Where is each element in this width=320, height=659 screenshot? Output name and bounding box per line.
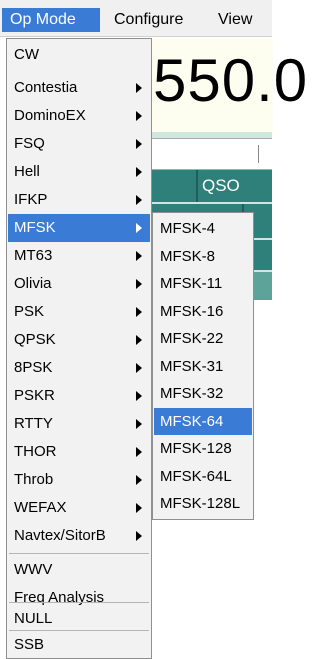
menu-item-wefax[interactable]: WEFAX — [8, 494, 150, 522]
menu-item-rtty[interactable]: RTTY — [8, 410, 150, 438]
menu-item-label: 8PSK — [14, 359, 53, 376]
menu-item-null[interactable]: NULL — [8, 605, 150, 633]
chevron-right-icon — [136, 391, 142, 401]
frequency-display: 550.0 — [146, 38, 307, 132]
menu-separator — [9, 602, 149, 603]
menu-item-label: MT63 — [14, 247, 53, 264]
menu-item-olivia[interactable]: Olivia — [8, 270, 150, 298]
qso-button[interactable]: QSO — [202, 176, 240, 196]
menu-item-8psk[interactable]: 8PSK — [8, 354, 150, 382]
chevron-right-icon — [136, 167, 142, 177]
chevron-right-icon — [136, 83, 142, 93]
submenu-item-mfsk-128l[interactable]: MFSK-128L — [154, 490, 252, 517]
menu-item-label: QPSK — [14, 331, 56, 348]
menu-item-label: Throb — [14, 471, 54, 488]
menu-item-pskr[interactable]: PSKR — [8, 382, 150, 410]
menu-item-label: NULL — [14, 610, 53, 627]
menu-separator — [9, 553, 149, 554]
menu-item-label: PSKR — [14, 387, 55, 404]
frequency-value: 550.0 — [153, 47, 309, 114]
chevron-right-icon — [136, 111, 142, 121]
menu-item-psk[interactable]: PSK — [8, 298, 150, 326]
menu-item-label: WWV — [14, 561, 53, 578]
menu-item-label: THOR — [14, 443, 57, 460]
menu-item-label: CW — [14, 46, 39, 63]
chevron-right-icon — [136, 307, 142, 317]
menu-item-mt63[interactable]: MT63 — [8, 242, 150, 270]
submenu-item-mfsk-16[interactable]: MFSK-16 — [154, 298, 252, 325]
chevron-right-icon — [136, 419, 142, 429]
menu-item-label: SSB — [14, 636, 45, 653]
chevron-right-icon — [136, 447, 142, 457]
chevron-right-icon — [136, 503, 142, 513]
menu-item-throb[interactable]: Throb — [8, 466, 150, 494]
menu-item-thor[interactable]: THOR — [8, 438, 150, 466]
submenu-item-mfsk-64l[interactable]: MFSK-64L — [154, 463, 252, 490]
menu-op-mode[interactable]: Op Mode — [2, 8, 100, 32]
submenu-item-mfsk-4[interactable]: MFSK-4 — [154, 215, 252, 242]
menu-bar: Op Mode Configure View — [0, 0, 272, 37]
submenu-item-mfsk-8[interactable]: MFSK-8 — [154, 243, 252, 270]
background-field-row — [146, 138, 272, 170]
menu-item-cw[interactable]: CW — [8, 41, 150, 69]
menu-view[interactable]: View — [210, 8, 260, 32]
chevron-right-icon — [136, 335, 142, 345]
menu-item-ifkp[interactable]: IFKP — [8, 186, 150, 214]
submenu-item-mfsk-22[interactable]: MFSK-22 — [154, 325, 252, 352]
mfsk-submenu: MFSK-4 MFSK-8 MFSK-11 MFSK-16 MFSK-22 MF… — [152, 212, 254, 520]
submenu-item-mfsk-32[interactable]: MFSK-32 — [154, 380, 252, 407]
menu-item-label: Hell — [14, 163, 40, 180]
menu-item-label: Olivia — [14, 275, 52, 292]
menu-item-ssb[interactable]: SSB — [8, 631, 150, 659]
chevron-right-icon — [136, 475, 142, 485]
op-mode-menu: CW Contestia DominoEX FSQ Hell IFKP MFSK… — [6, 38, 152, 659]
menu-item-label: Contestia — [14, 79, 78, 96]
menu-item-label: RTTY — [14, 415, 53, 432]
menu-item-navtex-sitorb[interactable]: Navtex/SitorB — [8, 522, 150, 550]
menu-item-hell[interactable]: Hell — [8, 158, 150, 186]
menu-item-label: WEFAX — [14, 499, 67, 516]
submenu-item-mfsk-11[interactable]: MFSK-11 — [154, 270, 252, 297]
menu-item-label: IFKP — [14, 191, 48, 208]
menu-item-label: PSK — [14, 303, 45, 320]
chevron-right-icon — [136, 363, 142, 373]
menu-item-contestia[interactable]: Contestia — [8, 74, 150, 102]
qso-toolbar-row: QSO — [146, 170, 272, 202]
chevron-right-icon — [136, 251, 142, 261]
menu-item-dominoex[interactable]: DominoEX — [8, 102, 150, 130]
menu-item-qpsk[interactable]: QPSK — [8, 326, 150, 354]
menu-item-label: Freq Analysis — [14, 589, 105, 606]
menu-item-wwv[interactable]: WWV — [8, 556, 150, 584]
submenu-item-mfsk-128[interactable]: MFSK-128 — [154, 435, 252, 462]
submenu-item-mfsk-31[interactable]: MFSK-31 — [154, 353, 252, 380]
menu-configure[interactable]: Configure — [106, 8, 191, 32]
submenu-item-mfsk-64[interactable]: MFSK-64 — [154, 408, 252, 435]
chevron-right-icon — [136, 195, 142, 205]
menu-item-label: DominoEX — [14, 107, 86, 124]
menu-item-label: Navtex/SitorB — [14, 527, 106, 544]
chevron-right-icon — [136, 223, 142, 233]
menu-item-mfsk[interactable]: MFSK — [8, 214, 150, 242]
menu-item-fsq[interactable]: FSQ — [8, 130, 150, 158]
chevron-right-icon — [136, 139, 142, 149]
chevron-right-icon — [136, 279, 142, 289]
chevron-right-icon — [136, 531, 142, 541]
menu-item-label: FSQ — [14, 135, 45, 152]
menu-item-label: MFSK — [14, 219, 56, 236]
